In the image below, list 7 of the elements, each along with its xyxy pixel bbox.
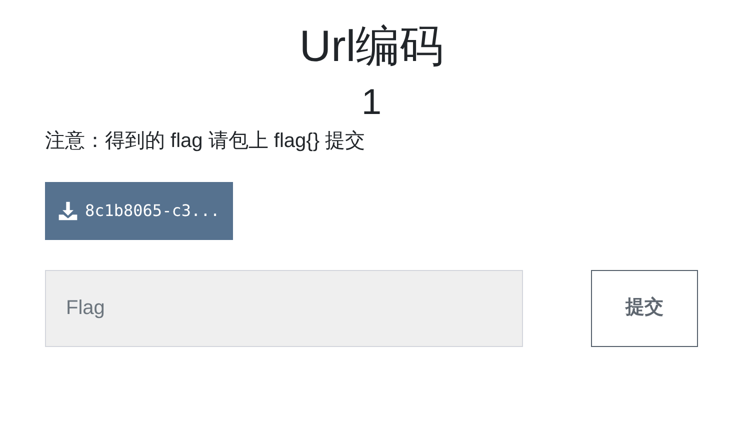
flag-input-field[interactable]: Flag <box>45 270 523 347</box>
challenge-points: 1 <box>360 80 383 124</box>
download-button[interactable]: 8c1b8065-c3... <box>45 182 233 240</box>
notice-text: 注意：得到的 flag 请包上 flag{} 提交 <box>45 129 366 154</box>
challenge-title: Url编码 <box>298 21 445 73</box>
submit-button[interactable]: 提交 <box>591 270 698 347</box>
download-icon <box>57 200 79 222</box>
